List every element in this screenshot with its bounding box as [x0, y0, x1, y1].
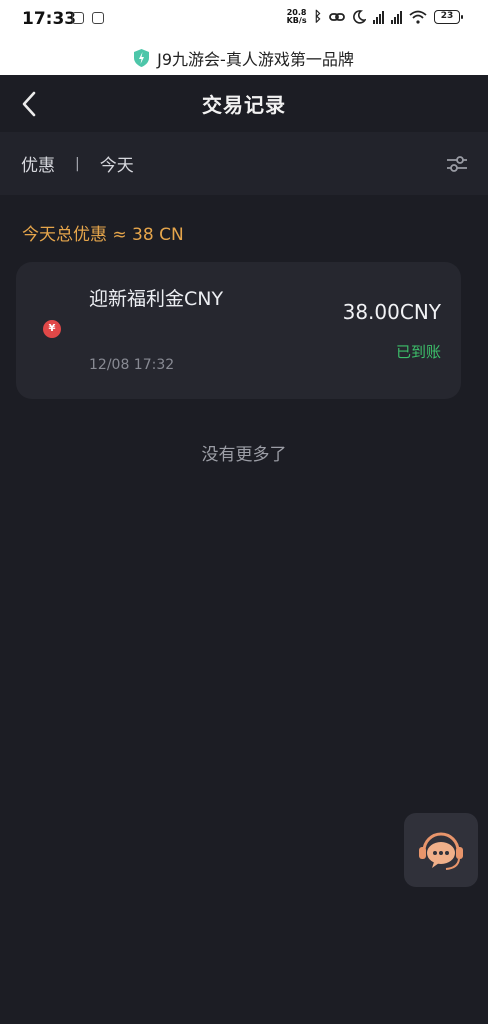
net-speed: 20.8 KB/s — [287, 9, 307, 25]
weibo-notification-icon — [72, 12, 84, 24]
customer-service-button[interactable] — [404, 813, 478, 887]
moon-icon — [353, 10, 366, 24]
customer-service-icon — [419, 832, 463, 870]
status-bar: 17:33 20.8 KB/s ᛒ 23 — [0, 0, 488, 40]
net-speed-unit: KB/s — [286, 16, 307, 25]
filter-settings-button[interactable] — [446, 154, 468, 174]
wifi-icon — [409, 10, 427, 24]
site-bar: J9九游会-真人游戏第一品牌 — [0, 40, 488, 75]
signal-2-icon — [391, 10, 402, 24]
page-header: 交易记录 — [0, 75, 488, 132]
promotion-summary: 今天总优惠 ≈ 38 CN — [22, 225, 184, 245]
transaction-amount: 38.00CNY — [342, 300, 441, 324]
status-time: 17:33 — [22, 9, 77, 29]
link-icon — [329, 13, 345, 21]
yuan-coin-icon: ¥ — [43, 320, 61, 338]
status-right: 20.8 KB/s ᛒ 23 — [287, 9, 463, 25]
back-button[interactable] — [16, 89, 46, 119]
transaction-status: 已到账 — [395, 343, 441, 361]
no-more-text: 没有更多了 — [201, 445, 287, 465]
filter-separator: | — [75, 155, 80, 172]
notification-icons — [72, 12, 104, 24]
filter-bar: 优惠 | 今天 — [0, 132, 488, 195]
transaction-card[interactable]: ¥ 迎新福利金CNY 12/08 17:32 38.00CNY 已到账 — [16, 262, 461, 399]
transaction-title: 迎新福利金CNY — [89, 288, 224, 310]
shield-icon — [134, 48, 150, 67]
filter-type-selector[interactable]: 优惠 — [21, 151, 55, 176]
page-title: 交易记录 — [202, 93, 286, 117]
battery-icon: 23 — [434, 10, 463, 24]
signal-1-icon — [373, 10, 384, 24]
filter-date-selector[interactable]: 今天 — [100, 151, 134, 176]
site-title: J9九游会-真人游戏第一品牌 — [157, 49, 354, 69]
transaction-time: 12/08 17:32 — [89, 357, 175, 373]
app-notification-icon — [92, 12, 104, 24]
bluetooth-icon: ᛒ — [313, 9, 322, 25]
